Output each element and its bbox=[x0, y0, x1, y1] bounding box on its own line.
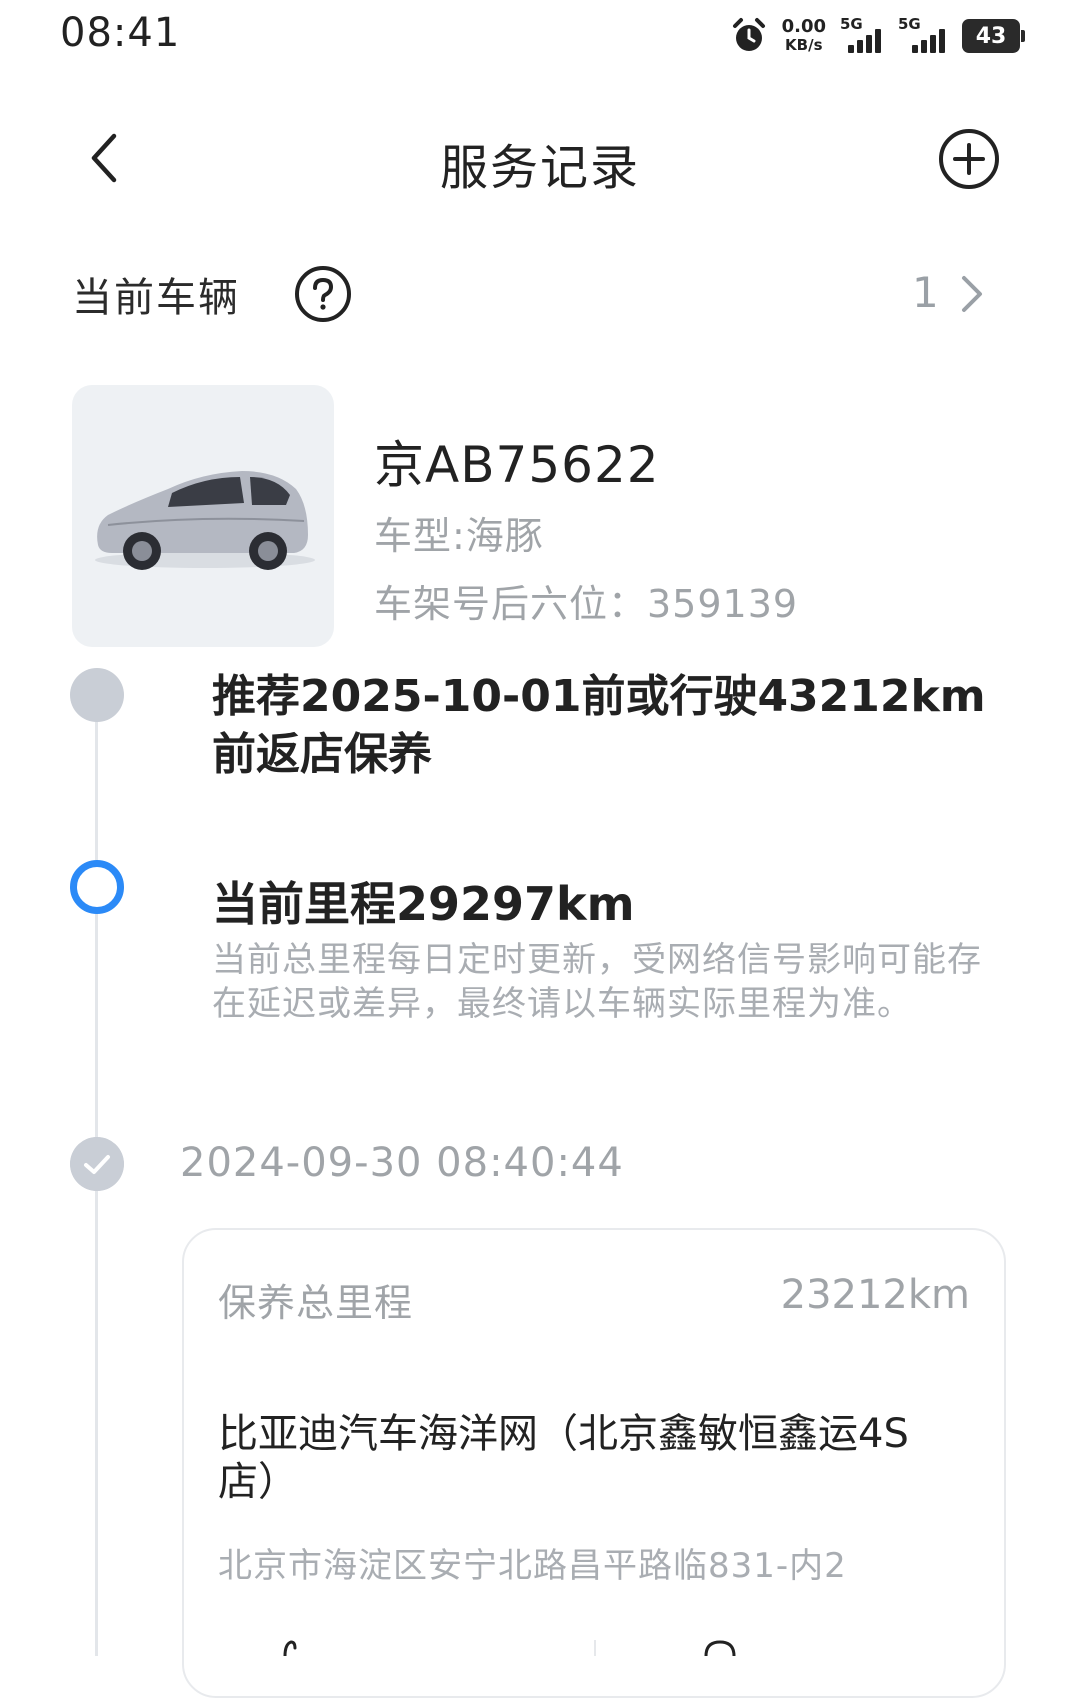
current-odometer: 当前里程29297km bbox=[212, 877, 635, 931]
page-title: 服务记录 bbox=[439, 140, 640, 196]
current-vehicle-label: 当前车辆 bbox=[72, 275, 240, 321]
car-icon bbox=[95, 471, 315, 570]
timeline-dot-current bbox=[70, 860, 124, 914]
card-action-divider bbox=[594, 1640, 596, 1656]
maintenance-recommendation: 推荐2025-10-01前或行驶43212km前返店保养 bbox=[212, 671, 986, 780]
location-icon[interactable] bbox=[700, 1640, 740, 1656]
timeline-dot-upcoming bbox=[70, 668, 124, 722]
dealer-address: 北京市海淀区安宁北路昌平路临831-内2 bbox=[218, 1546, 847, 1586]
vehicle-model: 车型:海豚 bbox=[374, 514, 544, 558]
network-rate: 0.00 KB/s bbox=[781, 16, 826, 55]
add-record-button[interactable] bbox=[938, 128, 1000, 190]
check-icon bbox=[70, 1137, 124, 1191]
signal-icon: 5G bbox=[898, 15, 948, 53]
odometer-note: 当前总里程每日定时更新，受网络信号影响可能存在延迟或差异，最终请以车辆实际里程为… bbox=[212, 940, 982, 1024]
mileage-label: 保养总里程 bbox=[218, 1281, 414, 1325]
vehicle-image bbox=[72, 385, 334, 647]
phone-icon[interactable] bbox=[275, 1640, 305, 1656]
sim1-label: 5G bbox=[840, 15, 863, 33]
dealer-name: 比亚迪汽车海洋网（北京鑫敏恒鑫运4S店） bbox=[218, 1411, 909, 1505]
battery-level: 43 bbox=[975, 23, 1007, 49]
signal-icon: 5G bbox=[840, 15, 884, 53]
help-icon[interactable] bbox=[294, 265, 352, 323]
network-rate-value: 0.00 bbox=[781, 16, 826, 37]
chevron-right-icon[interactable] bbox=[958, 272, 986, 316]
record-date: 2024-09-30 08:40:44 bbox=[180, 1140, 624, 1186]
license-plate: 京AB75622 bbox=[374, 436, 660, 494]
mileage-value: 23212km bbox=[780, 1272, 970, 1318]
battery-icon: 43 bbox=[962, 19, 1025, 53]
status-icons: 0.00 KB/s 5G 5G 43 bbox=[730, 14, 1025, 58]
sim2-label: 5G bbox=[898, 15, 921, 33]
alarm-icon bbox=[732, 18, 765, 51]
vehicle-vin: 车架号后六位：359139 bbox=[374, 582, 799, 626]
vehicle-count[interactable]: 1 bbox=[912, 268, 939, 317]
network-rate-unit: KB/s bbox=[785, 36, 823, 54]
status-time: 08:41 bbox=[60, 10, 181, 56]
